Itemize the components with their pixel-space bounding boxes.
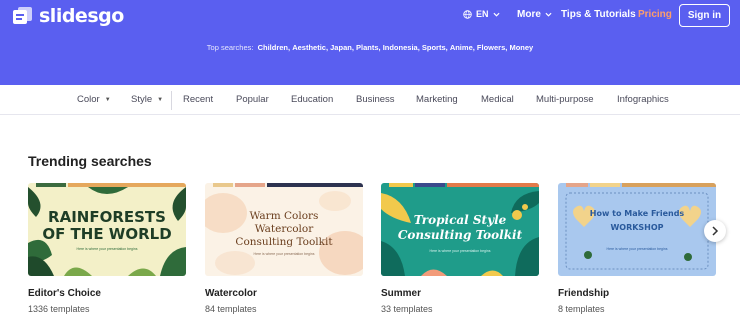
card-count: 1336 templates bbox=[28, 304, 90, 314]
color-filter[interactable]: Color ▼ bbox=[77, 94, 111, 105]
thumb-subtitle: Here is where your presentation begins bbox=[253, 252, 315, 256]
category-infographics[interactable]: Infographics bbox=[617, 94, 669, 105]
filter-bar: Color ▼ Style ▼ Recent Popular Education B… bbox=[0, 85, 740, 115]
top-searches-label: Top searches: bbox=[206, 43, 254, 52]
thumb-subtitle: Here is where your presentation begins bbox=[429, 249, 491, 253]
chevron-down-icon bbox=[492, 12, 500, 17]
category-recent[interactable]: Recent bbox=[183, 94, 213, 105]
card-thumbnail[interactable]: Tropical Style Consulting Toolkit Here i… bbox=[381, 183, 539, 276]
top-search-link[interactable]: Sports, bbox=[422, 43, 448, 52]
carousel-next-button[interactable] bbox=[704, 220, 726, 242]
category-popular[interactable]: Popular bbox=[236, 94, 269, 105]
thumb-title: Warm Colors Watercolor Consulting Toolki… bbox=[235, 210, 333, 248]
pricing-link[interactable]: Pricing bbox=[638, 9, 672, 20]
trending-title: Trending searches bbox=[28, 153, 152, 169]
trending-card[interactable]: RAINFORESTS OF THE WORLD Here is where y… bbox=[28, 183, 186, 314]
card-title[interactable]: Editor's Choice bbox=[28, 288, 101, 299]
logo[interactable]: slidesgo bbox=[12, 5, 124, 27]
top-search-link[interactable]: Money bbox=[509, 43, 533, 52]
more-menu[interactable]: More bbox=[517, 9, 552, 20]
logo-text: slidesgo bbox=[39, 5, 124, 27]
top-search-link[interactable]: Plants, bbox=[356, 43, 381, 52]
card-thumbnail[interactable]: How to Make Friends WORKSHOP Here is whe… bbox=[558, 183, 716, 276]
category-multi-purpose[interactable]: Multi-purpose bbox=[536, 94, 594, 105]
more-label: More bbox=[517, 9, 541, 20]
top-search-link[interactable]: Indonesia, bbox=[383, 43, 420, 52]
top-search-link[interactable]: Children, bbox=[258, 43, 291, 52]
language-label: EN bbox=[476, 9, 489, 19]
slidesgo-logo-icon bbox=[13, 7, 32, 24]
category-business[interactable]: Business bbox=[356, 94, 395, 105]
thumb-title: Tropical Style Consulting Toolkit bbox=[397, 213, 523, 242]
card-count: 33 templates bbox=[381, 304, 433, 314]
trending-card[interactable]: How to Make Friends WORKSHOP Here is whe… bbox=[558, 183, 716, 314]
top-searches: Top searches: Children, Aesthetic, Japan… bbox=[0, 43, 740, 52]
tips-tutorials-link[interactable]: Tips & Tutorials bbox=[561, 9, 636, 20]
category-medical[interactable]: Medical bbox=[481, 94, 514, 105]
card-thumbnail[interactable]: RAINFORESTS OF THE WORLD Here is where y… bbox=[28, 183, 186, 276]
trending-card[interactable]: Warm Colors Watercolor Consulting Toolki… bbox=[205, 183, 363, 314]
card-title[interactable]: Watercolor bbox=[205, 288, 257, 299]
sign-in-button[interactable]: Sign in bbox=[679, 4, 730, 27]
category-marketing[interactable]: Marketing bbox=[416, 94, 458, 105]
card-count: 84 templates bbox=[205, 304, 257, 314]
color-filter-label: Color bbox=[77, 94, 100, 105]
thumb-subtitle: Here is where your presentation begins bbox=[606, 247, 668, 251]
style-filter[interactable]: Style ▼ bbox=[131, 94, 163, 105]
thumb-subtitle: Here is where your presentation begins bbox=[76, 247, 138, 251]
top-search-link[interactable]: Anime, bbox=[450, 43, 475, 52]
card-thumbnail[interactable]: Warm Colors Watercolor Consulting Toolki… bbox=[205, 183, 363, 276]
card-title[interactable]: Friendship bbox=[558, 288, 609, 299]
top-nav: slidesgo EN More Tips & Tutorials Pricin… bbox=[0, 0, 740, 32]
header-bar: slidesgo EN More Tips & Tutorials Pricin… bbox=[0, 0, 740, 85]
filter-divider bbox=[171, 91, 172, 110]
thumb-title: RAINFORESTS OF THE WORLD bbox=[42, 208, 172, 243]
top-search-link[interactable]: Flowers, bbox=[477, 43, 507, 52]
card-count: 8 templates bbox=[558, 304, 605, 314]
card-title[interactable]: Summer bbox=[381, 288, 421, 299]
top-search-link[interactable]: Japan, bbox=[330, 43, 354, 52]
caret-down-icon: ▼ bbox=[104, 97, 111, 103]
style-filter-label: Style bbox=[131, 94, 153, 105]
chevron-right-icon bbox=[712, 226, 719, 236]
category-education[interactable]: Education bbox=[291, 94, 333, 105]
top-search-link[interactable]: Aesthetic, bbox=[292, 43, 328, 52]
language-selector[interactable]: EN bbox=[463, 9, 500, 19]
chevron-down-icon bbox=[545, 12, 552, 17]
trending-card[interactable]: Tropical Style Consulting Toolkit Here i… bbox=[381, 183, 539, 314]
thumb-title: How to Make Friends WORKSHOP bbox=[589, 209, 685, 232]
globe-icon bbox=[463, 9, 472, 19]
caret-down-icon: ▼ bbox=[157, 97, 164, 103]
